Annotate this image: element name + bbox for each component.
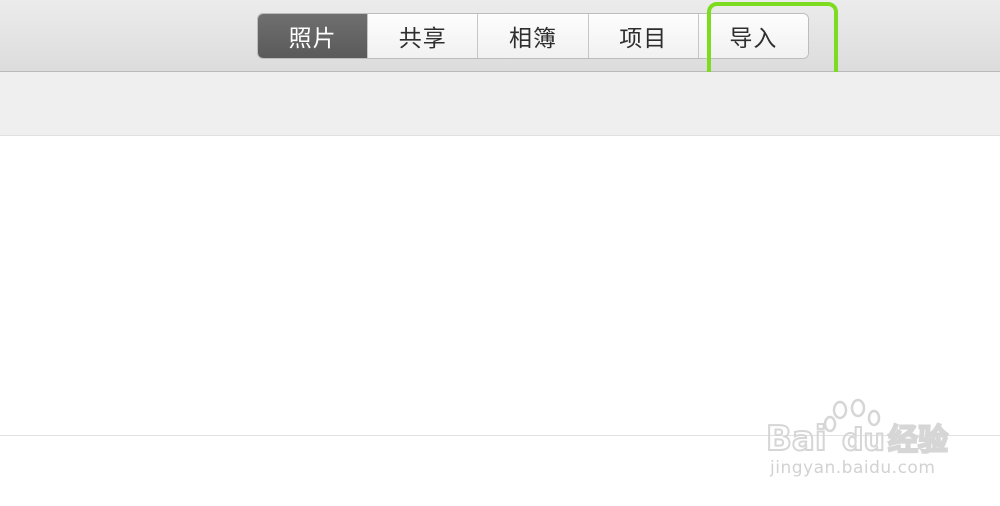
secondary-toolbar [0,72,1000,136]
watermark-url: jingyan.baidu.com [770,458,936,478]
toolbar: 照片 共享 相簿 项目 导入 [0,0,1000,99]
tab-albums[interactable]: 相簿 [477,14,588,58]
baidu-jingyan-watermark: Bai du 经验 jingyan.baidu.com [762,398,962,488]
view-segmented-control: 照片 共享 相簿 项目 导入 [257,13,809,59]
tab-photos[interactable]: 照片 [258,14,368,58]
tab-shared[interactable]: 共享 [367,14,478,58]
tab-import[interactable]: 导入 [697,14,808,58]
baidu-paw-logo-icon: Bai du 经验 [765,398,949,458]
tab-projects[interactable]: 项目 [587,14,698,58]
svg-text:du: du [842,423,885,458]
svg-text:经验: 经验 [888,423,948,458]
svg-text:Bai: Bai [766,419,827,458]
main-content-area [0,136,1000,436]
